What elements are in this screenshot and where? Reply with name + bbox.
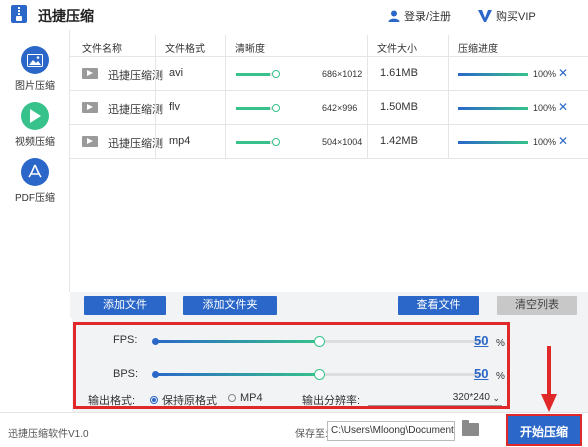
vip-icon [478, 10, 492, 22]
video-file-icon [82, 68, 98, 79]
title-bar: 迅捷压缩 登录/注册 购买VIP [0, 0, 588, 30]
user-icon [388, 10, 400, 22]
save-to-label: 保存至: [295, 429, 328, 440]
clarity-slider-handle[interactable] [272, 104, 280, 112]
app-logo-icon [11, 5, 27, 23]
file-size: 1.50MB [380, 101, 418, 113]
start-compress-button[interactable]: 开始压缩 [506, 414, 582, 446]
image-icon [21, 46, 49, 74]
clarity-slider-fill [236, 107, 270, 110]
column-header-clarity: 清晰度 [235, 44, 265, 55]
table-header: 文件名称 文件格式 清晰度 文件大小 压缩进度 [70, 35, 588, 57]
add-file-button[interactable]: 添加文件 [84, 296, 166, 315]
login-link[interactable]: 登录/注册 [388, 8, 451, 24]
sidebar-item-pdf-compress[interactable]: PDF压缩 [0, 158, 70, 204]
view-file-button[interactable]: 查看文件 [398, 296, 479, 315]
highlight-box [73, 322, 510, 409]
sidebar-item-label: PDF压缩 [15, 193, 55, 204]
file-format: flv [169, 101, 180, 113]
clarity-slider[interactable] [236, 138, 280, 146]
folder-icon[interactable] [462, 420, 479, 436]
column-header-progress: 压缩进度 [458, 44, 498, 55]
file-size: 1.42MB [380, 135, 418, 147]
sidebar-item-label: 图片压缩 [15, 81, 55, 92]
compress-progress-fill [458, 73, 528, 76]
buy-vip-link[interactable]: 购买VIP [478, 8, 536, 24]
file-table: 文件名称 文件格式 清晰度 文件大小 压缩进度 迅捷压缩测 avi 686×10… [70, 35, 588, 159]
file-format: avi [169, 67, 184, 79]
compress-progress-fill [458, 141, 528, 144]
video-file-icon [82, 102, 98, 113]
file-resolution: 642×996 [322, 103, 358, 113]
sidebar: 图片压缩 视频压缩 PDF压缩 [0, 30, 70, 292]
compress-progress-bar [458, 73, 528, 76]
column-header-format: 文件格式 [165, 44, 205, 55]
clarity-slider-fill [236, 73, 270, 76]
clarity-slider-handle[interactable] [272, 138, 280, 146]
login-label: 登录/注册 [404, 11, 452, 23]
remove-file-icon[interactable]: ✕ [558, 66, 568, 80]
remove-file-icon[interactable]: ✕ [558, 134, 568, 148]
column-header-size: 文件大小 [377, 44, 417, 55]
compress-progress-bar [458, 107, 528, 110]
pdf-icon [21, 158, 49, 186]
file-size: 1.61MB [380, 67, 418, 79]
progress-percent: 100% [533, 69, 557, 79]
video-file-icon [82, 136, 98, 147]
add-folder-button[interactable]: 添加文件夹 [183, 296, 277, 315]
save-path-input[interactable]: C:\Users\Mloong\Documents [327, 421, 455, 441]
remove-file-icon[interactable]: ✕ [558, 100, 568, 114]
red-arrow-icon [541, 346, 557, 412]
compress-progress-bar [458, 141, 528, 144]
table-row[interactable]: 迅捷压缩测 flv 642×996 1.50MB 100% ✕ [70, 91, 588, 125]
app-title: 迅捷压缩 [38, 8, 94, 24]
table-row[interactable]: 迅捷压缩测 avi 686×1012 1.61MB 100% ✕ [70, 57, 588, 91]
file-resolution: 504×1004 [322, 137, 363, 147]
progress-percent: 100% [533, 103, 557, 113]
clarity-slider[interactable] [236, 70, 280, 78]
table-row[interactable]: 迅捷压缩测 mp4 504×1004 1.42MB 100% ✕ [70, 125, 588, 159]
file-format: mp4 [169, 135, 191, 147]
clarity-slider-fill [236, 141, 270, 144]
version-label: 迅捷压缩软件V1.0 [8, 429, 89, 440]
vip-label: 购买VIP [496, 11, 536, 23]
clarity-slider-handle[interactable] [272, 70, 280, 78]
play-icon [21, 102, 49, 130]
compress-progress-fill [458, 107, 528, 110]
column-header-name: 文件名称 [82, 44, 122, 55]
clear-list-button[interactable]: 清空列表 [497, 296, 577, 315]
sidebar-item-video-compress[interactable]: 视频压缩 [0, 102, 70, 148]
clarity-slider[interactable] [236, 104, 280, 112]
sidebar-item-label: 视频压缩 [15, 137, 55, 148]
sidebar-item-image-compress[interactable]: 图片压缩 [0, 46, 70, 92]
progress-percent: 100% [533, 137, 557, 147]
file-resolution: 686×1012 [322, 69, 363, 79]
